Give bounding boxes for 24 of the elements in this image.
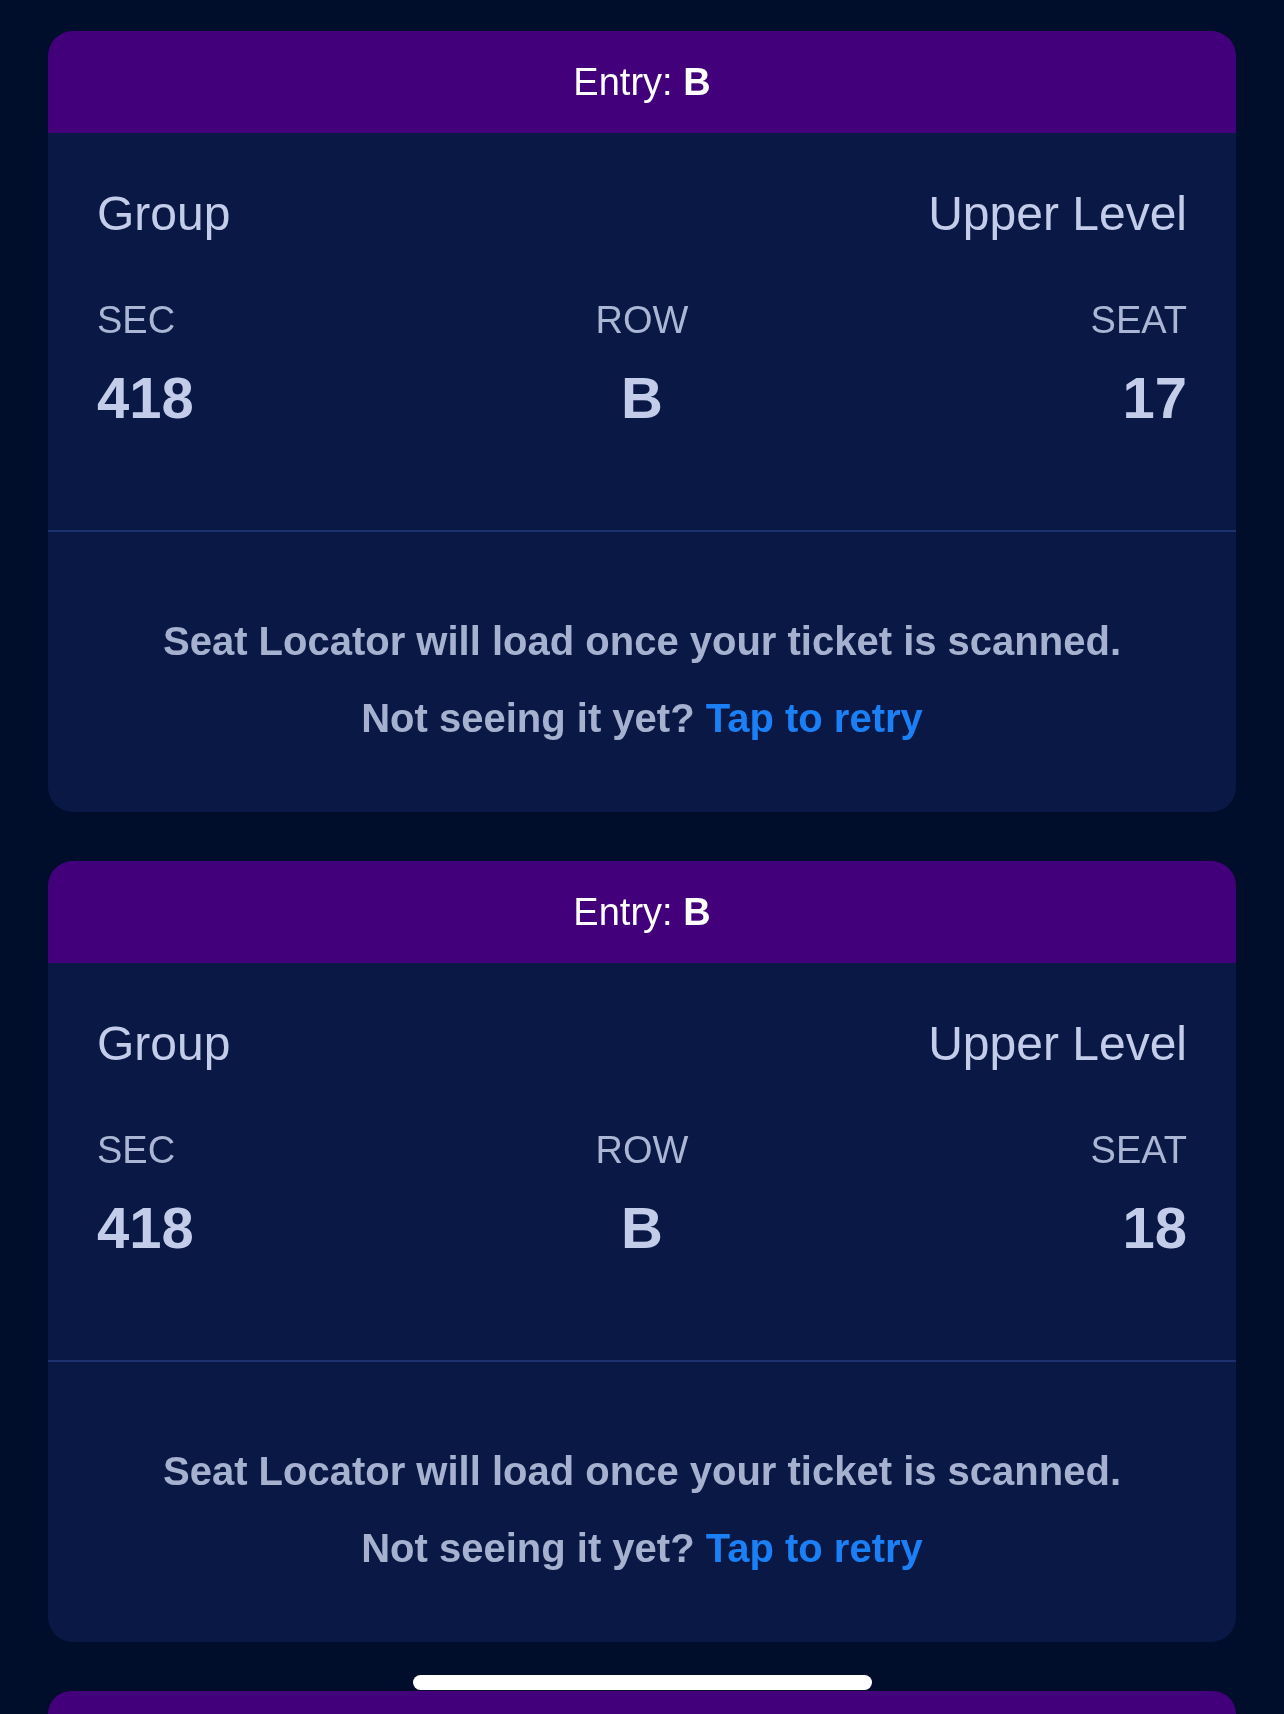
seat-field-label: SEAT — [1090, 298, 1187, 342]
seat-field-value: B — [621, 1195, 663, 1261]
retry-message: Not seeing it yet? Tap to retry — [361, 695, 923, 742]
seat-field-label: SEAT — [1090, 1128, 1187, 1172]
retry-link[interactable]: Tap to retry — [705, 696, 923, 740]
retry-link[interactable]: Tap to retry — [705, 1526, 923, 1570]
seat-field-label: ROW — [595, 298, 689, 342]
entry-label: Entry: B — [573, 60, 711, 105]
seat-field-value: 418 — [97, 1195, 194, 1261]
entry-label: Entry: B — [573, 890, 711, 935]
seat-field-value: 18 — [1122, 1195, 1187, 1261]
seat-field-value: 17 — [1122, 365, 1187, 431]
seat-field-label: SEC — [97, 1128, 176, 1172]
locator-message: Seat Locator will load once your ticket is scanned. — [162, 1448, 1121, 1495]
seat-field-value: B — [621, 365, 663, 431]
group-text: Group — [97, 186, 231, 242]
group-text: Group — [97, 1016, 231, 1072]
seat-field-value: 418 — [97, 365, 194, 431]
seat-field-label: SEC — [97, 298, 176, 342]
area-text: Upper Level — [928, 1016, 1187, 1072]
locator-message: Seat Locator will load once your ticket is scanned. — [162, 618, 1121, 665]
area-text: Upper Level — [928, 186, 1187, 242]
seat-field-label: ROW — [595, 1128, 689, 1172]
retry-message: Not seeing it yet? Tap to retry — [361, 1525, 923, 1572]
